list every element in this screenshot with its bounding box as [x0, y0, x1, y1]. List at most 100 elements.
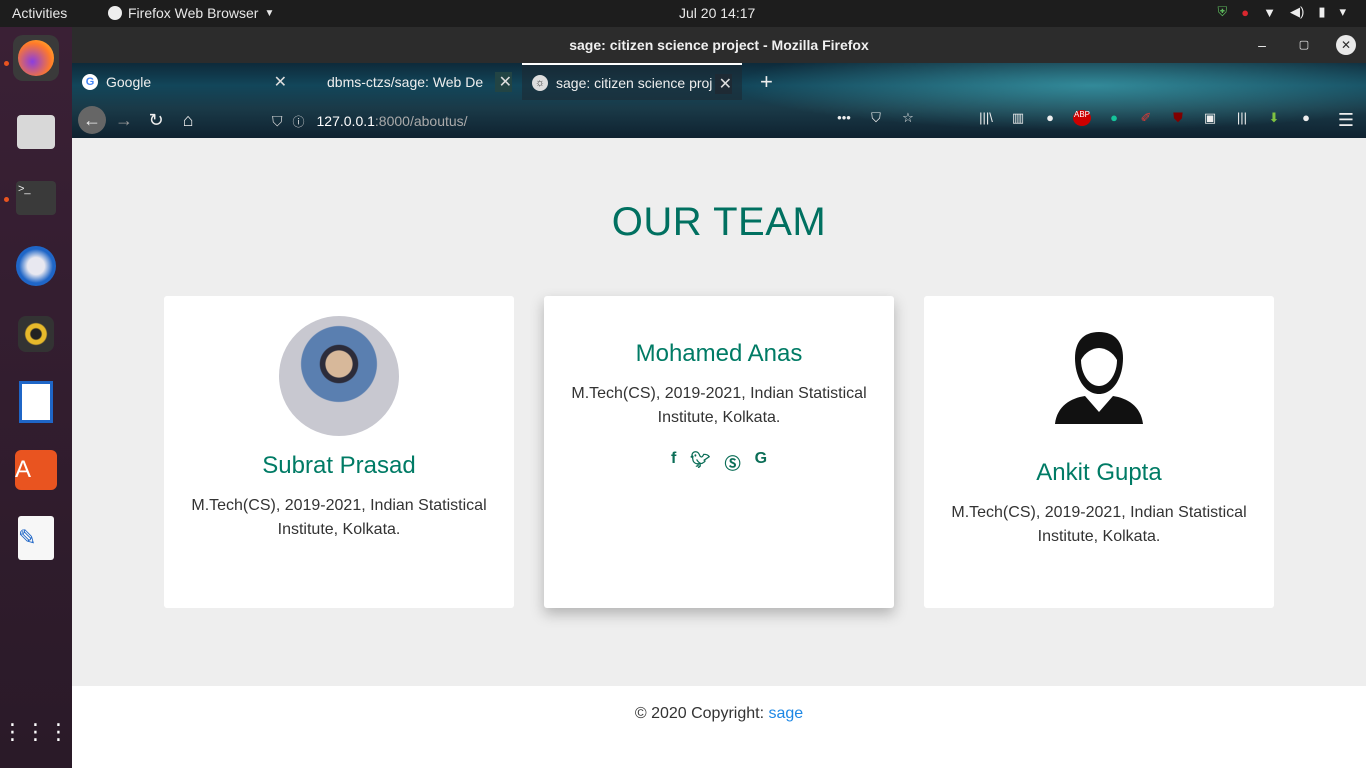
skype-icon[interactable]: Ⓢ — [725, 450, 741, 474]
highlighter-icon[interactable]: ✐ — [1130, 110, 1162, 126]
mega-icon[interactable]: ● — [1241, 5, 1249, 20]
clock[interactable]: Jul 20 14:17 — [679, 5, 755, 21]
extension-icon[interactable]: ● — [1290, 110, 1322, 126]
restore-icon[interactable]: ▢ — [1294, 27, 1314, 63]
browser-chrome: G Google ✕ dbms-ctzs/sage: Web De ✕ ☼ sa… — [72, 63, 1366, 138]
new-tab-button[interactable]: + — [750, 63, 780, 100]
adblock-icon[interactable]: ABP — [1073, 110, 1091, 126]
google-icon: G — [82, 73, 98, 90]
files-dock-icon[interactable] — [13, 109, 59, 155]
reload-icon: ↻ — [148, 109, 164, 130]
footer-sage-link[interactable]: sage — [768, 705, 803, 722]
close-icon[interactable]: ✕ — [274, 72, 287, 92]
url-host: 127.0.0.1 — [316, 113, 375, 129]
minimize-icon[interactable]: – — [1252, 27, 1272, 63]
show-applications-icon[interactable]: ⋮⋮⋮ — [2, 709, 70, 755]
tab-github[interactable]: dbms-ctzs/sage: Web De ✕ — [297, 63, 522, 100]
tab-label: dbms-ctzs/sage: Web De — [327, 73, 484, 90]
tab-strip: G Google ✕ dbms-ctzs/sage: Web De ✕ ☼ sa… — [72, 63, 1366, 100]
dock: >_ A ✎ ⋮⋮⋮ — [0, 27, 72, 768]
system-top-bar: Activities Firefox Web Browser ▼ Jul 20 … — [0, 0, 1366, 27]
arrow-right-icon: → — [115, 109, 133, 130]
firefox-icon — [108, 6, 122, 20]
terminal-dock-icon[interactable]: >_ — [13, 175, 59, 221]
member-name: Mohamed Anas — [635, 340, 803, 367]
member-description: M.Tech(CS), 2019-2021, Indian Statistica… — [571, 385, 867, 426]
tab-label: sage: citizen science proj — [556, 74, 713, 91]
tracking-protection-icon[interactable]: ⛉ — [272, 113, 283, 130]
forward-button[interactable]: → — [110, 106, 138, 134]
software-center-dock-icon[interactable]: A — [13, 447, 59, 493]
back-button[interactable]: ← — [78, 106, 106, 134]
running-indicator — [4, 197, 9, 202]
battery-icon[interactable]: ▮ — [1318, 4, 1325, 20]
hamburger-icon: ☰ — [1337, 109, 1355, 130]
download-icon[interactable]: ⬇ — [1258, 110, 1290, 126]
plus-icon: + — [760, 68, 773, 94]
team-card: Ankit Gupta M.Tech(CS), 2019-2021, India… — [924, 296, 1274, 608]
page-content: OUR TEAM Subrat Prasad M.Tech(CS), 2019-… — [72, 138, 1366, 768]
page-footer: © 2020 Copyright: sage — [72, 686, 1366, 768]
power-menu-icon[interactable]: ▾ — [1339, 4, 1346, 20]
grammarly-icon[interactable]: ● — [1098, 110, 1130, 126]
rhythmbox-dock-icon[interactable] — [13, 311, 59, 357]
member-name: Ankit Gupta — [1036, 459, 1162, 486]
tab-google[interactable]: G Google ✕ — [72, 63, 297, 100]
profile-photo — [279, 316, 399, 436]
home-icon: ⌂ — [182, 109, 194, 130]
thunderbird-dock-icon[interactable] — [13, 243, 59, 289]
firefox-window: sage: citizen science project - Mozilla … — [72, 27, 1366, 768]
activities-button[interactable]: Activities — [12, 5, 67, 21]
app-menu-label: Firefox Web Browser — [128, 5, 259, 21]
text-editor-dock-icon[interactable]: ✎ — [13, 515, 59, 561]
screenshot-icon[interactable]: ▣ — [1194, 110, 1226, 126]
close-icon[interactable]: ✕ — [494, 72, 512, 92]
account-icon[interactable]: ● — [1034, 110, 1066, 126]
home-button[interactable]: ⌂ — [174, 106, 202, 134]
team-card: Subrat Prasad M.Tech(CS), 2019-2021, Ind… — [164, 296, 514, 608]
google-icon[interactable]: G — [755, 450, 767, 474]
page-title: OUR TEAM — [611, 200, 827, 244]
toolbar-extensions: |||\ ▥ ● ABP ● ✐ ⛊ ▣ ||| ⬇ ● — [970, 110, 1322, 126]
url-bar[interactable]: ⛉ ⓘ 127.0.0.1 :8000/aboutus/ — [272, 108, 912, 134]
barcode-icon[interactable]: ||| — [1226, 110, 1258, 126]
wifi-icon[interactable]: ▼ — [1263, 5, 1276, 20]
member-name: Subrat Prasad — [262, 452, 416, 479]
lightbulb-icon: ☼ — [532, 74, 548, 91]
site-info-icon[interactable]: ⓘ — [293, 113, 305, 130]
system-tray[interactable]: ⛨ ● ▼ ◀) ▮ ▾ — [1217, 4, 1346, 20]
close-icon[interactable]: ✕ — [714, 74, 732, 94]
twitter-icon[interactable]: 🐦︎ — [690, 450, 710, 474]
reload-button[interactable]: ↻ — [142, 106, 170, 134]
user-placeholder-icon — [1055, 332, 1143, 424]
tab-label: Google — [106, 73, 152, 90]
bookmark-star-icon[interactable]: ☆ — [892, 110, 924, 126]
libreoffice-writer-dock-icon[interactable] — [13, 379, 59, 425]
shield-icon[interactable]: ⛨ — [1217, 4, 1227, 20]
library-icon[interactable]: |||\ — [970, 110, 1002, 126]
pocket-icon[interactable]: ⛉ — [860, 110, 892, 126]
firefox-dock-icon[interactable] — [13, 35, 59, 81]
arrow-left-icon: ← — [83, 109, 101, 130]
member-description: M.Tech(CS), 2019-2021, Indian Statistica… — [951, 504, 1247, 545]
facebook-icon[interactable]: f — [671, 450, 676, 474]
window-titlebar[interactable]: sage: citizen science project - Mozilla … — [72, 27, 1366, 63]
chevron-down-icon: ▼ — [264, 7, 275, 19]
url-path: :8000/aboutus/ — [374, 113, 468, 129]
ublock-icon[interactable]: ⛊ — [1162, 110, 1194, 126]
sidebar-icon[interactable]: ▥ — [1002, 110, 1034, 126]
url-actions: ••• ⛉ ☆ — [828, 110, 924, 126]
window-controls: – ▢ ✕ — [1252, 27, 1356, 63]
app-menu[interactable]: Firefox Web Browser ▼ — [108, 5, 274, 21]
tab-sage[interactable]: ☼ sage: citizen science proj ✕ — [522, 63, 742, 100]
window-title: sage: citizen science project - Mozilla … — [569, 37, 869, 53]
member-description: M.Tech(CS), 2019-2021, Indian Statistica… — [191, 497, 487, 538]
close-icon[interactable]: ✕ — [1336, 35, 1356, 55]
copyright-text: © 2020 Copyright: — [634, 705, 769, 722]
nav-bar: ← → ↻ ⌂ ⛉ ⓘ 127.0.0.1 :8000/aboutus/ •••… — [72, 100, 1366, 138]
volume-icon[interactable]: ◀) — [1290, 4, 1304, 20]
page-actions-icon[interactable]: ••• — [828, 110, 860, 126]
menu-button[interactable]: ☰ — [1332, 106, 1360, 134]
running-indicator — [4, 61, 9, 66]
team-card: Mohamed Anas M.Tech(CS), 2019-2021, Indi… — [544, 296, 894, 608]
